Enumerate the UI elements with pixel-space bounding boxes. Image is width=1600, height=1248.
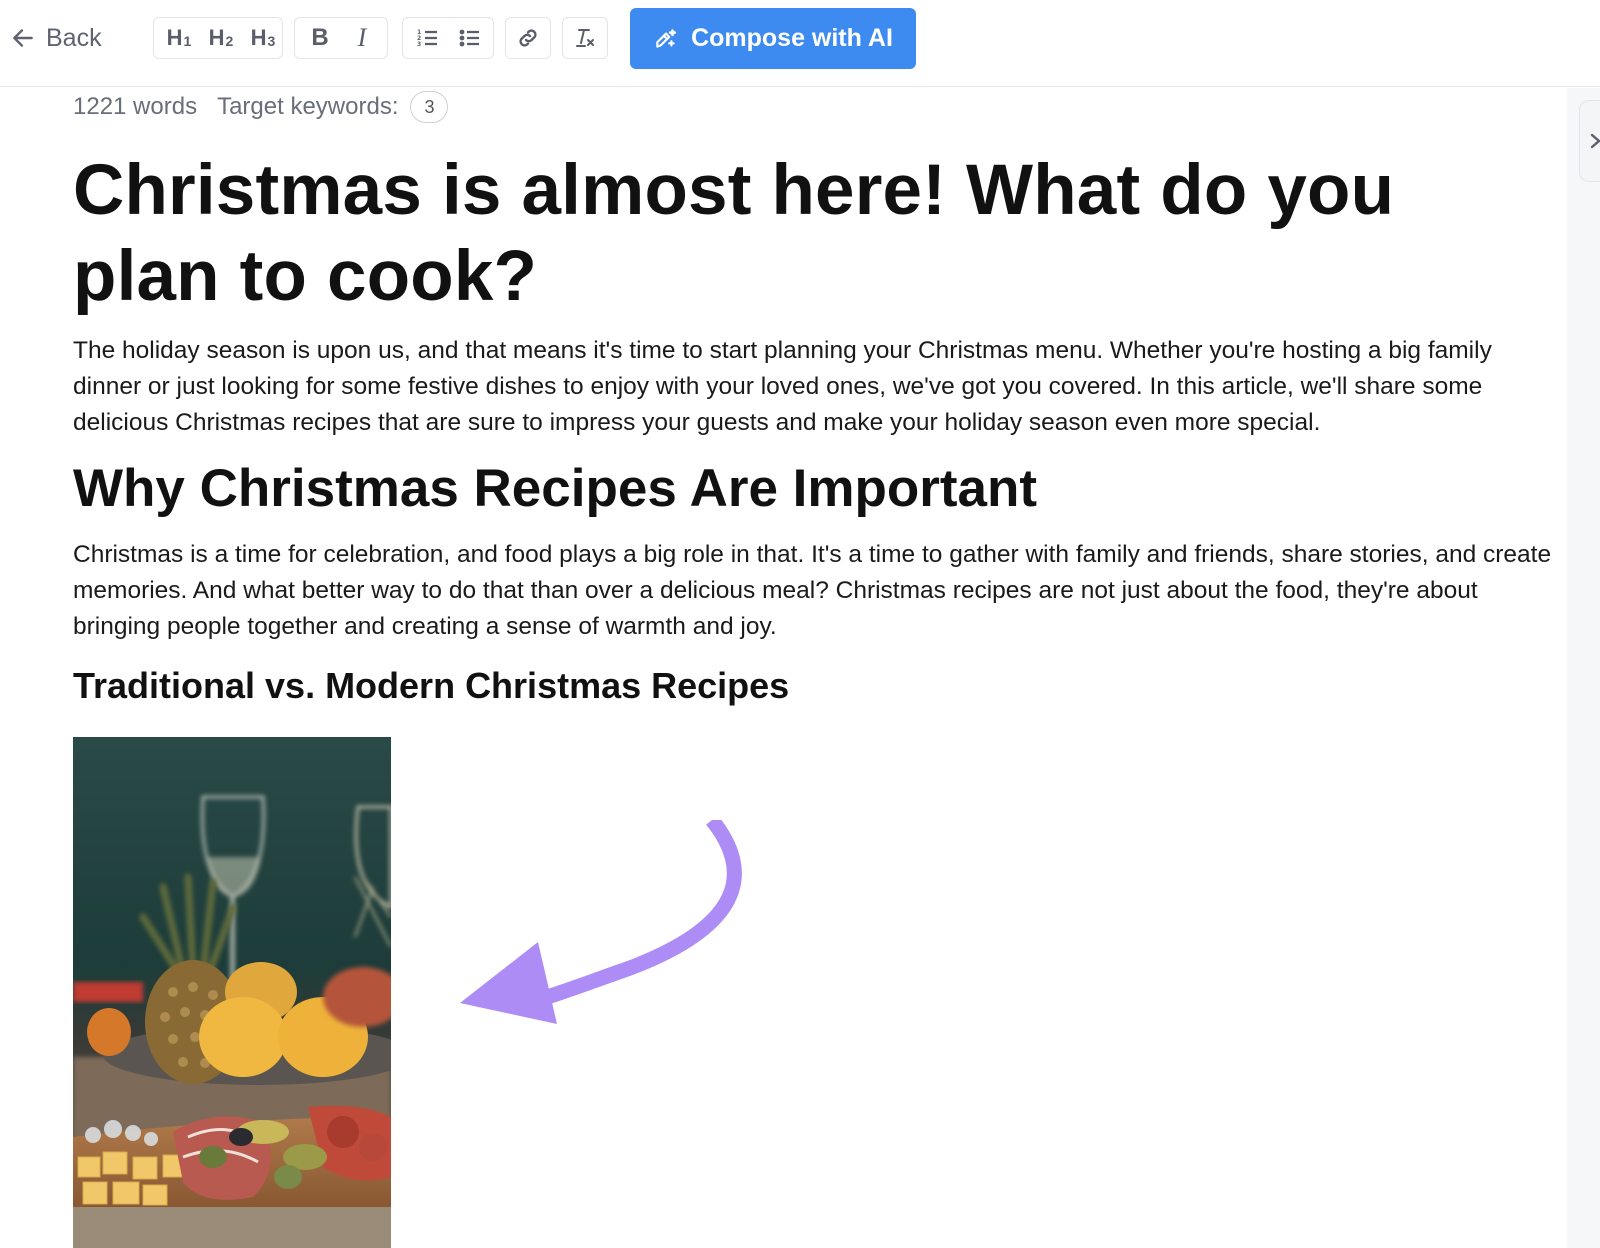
section-paragraph[interactable]: Christmas is a time for celebration, and…	[73, 537, 1553, 645]
italic-button[interactable]: I	[343, 20, 381, 56]
article-image[interactable]	[73, 737, 391, 1248]
section-heading[interactable]: Why Christmas Recipes Are Important	[73, 456, 1037, 522]
arrow-left-icon	[13, 29, 33, 47]
clear-format-group	[562, 17, 608, 59]
back-label: Back	[46, 23, 102, 52]
article-title[interactable]: Christmas is almost here! What do you pl…	[73, 148, 1533, 320]
link-button[interactable]	[509, 20, 547, 56]
svg-text:3: 3	[417, 41, 421, 48]
bullet-list-button[interactable]	[451, 20, 489, 56]
back-button[interactable]: Back	[10, 20, 102, 56]
ordered-list-button[interactable]: 123	[409, 20, 447, 56]
link-icon	[519, 29, 537, 47]
ordered-list-icon: 123	[417, 29, 437, 48]
right-panel-strip	[1567, 88, 1600, 1248]
food-photo-illustration	[73, 737, 391, 1248]
heading-1-button[interactable]: H1	[160, 20, 198, 56]
heading-button-group: H1 H2 H3	[153, 17, 283, 59]
heading-3-button[interactable]: H3	[244, 20, 282, 56]
bullet-list-icon	[459, 29, 479, 47]
target-keywords-label: Target keywords:	[217, 93, 399, 120]
list-group: 123	[402, 17, 494, 59]
intro-paragraph[interactable]: The holiday season is upon us, and that …	[73, 333, 1543, 441]
magic-wand-icon	[656, 28, 677, 48]
clear-formatting-icon	[576, 29, 594, 47]
compose-with-ai-button[interactable]: Compose with AI	[630, 8, 916, 69]
compose-label: Compose with AI	[691, 24, 893, 52]
document-meta: 1221 words Target keywords: 3	[73, 90, 449, 124]
target-keywords-badge[interactable]: 3	[410, 91, 449, 123]
subsection-heading[interactable]: Traditional vs. Modern Christmas Recipes	[73, 664, 789, 708]
editor-toolbar: Back H1 H2 H3 B I 123 Compose with AI	[0, 0, 1600, 87]
sidebar-toggle-button[interactable]	[1579, 100, 1600, 182]
chevron-right-icon	[1590, 133, 1600, 149]
clear-formatting-button[interactable]	[566, 20, 604, 56]
bold-button[interactable]: B	[301, 20, 339, 56]
text-style-group: B I	[294, 17, 388, 59]
heading-2-button[interactable]: H2	[202, 20, 240, 56]
annotation-arrow	[460, 820, 742, 1024]
link-group	[505, 17, 551, 59]
word-count: 1221 words	[73, 93, 198, 120]
